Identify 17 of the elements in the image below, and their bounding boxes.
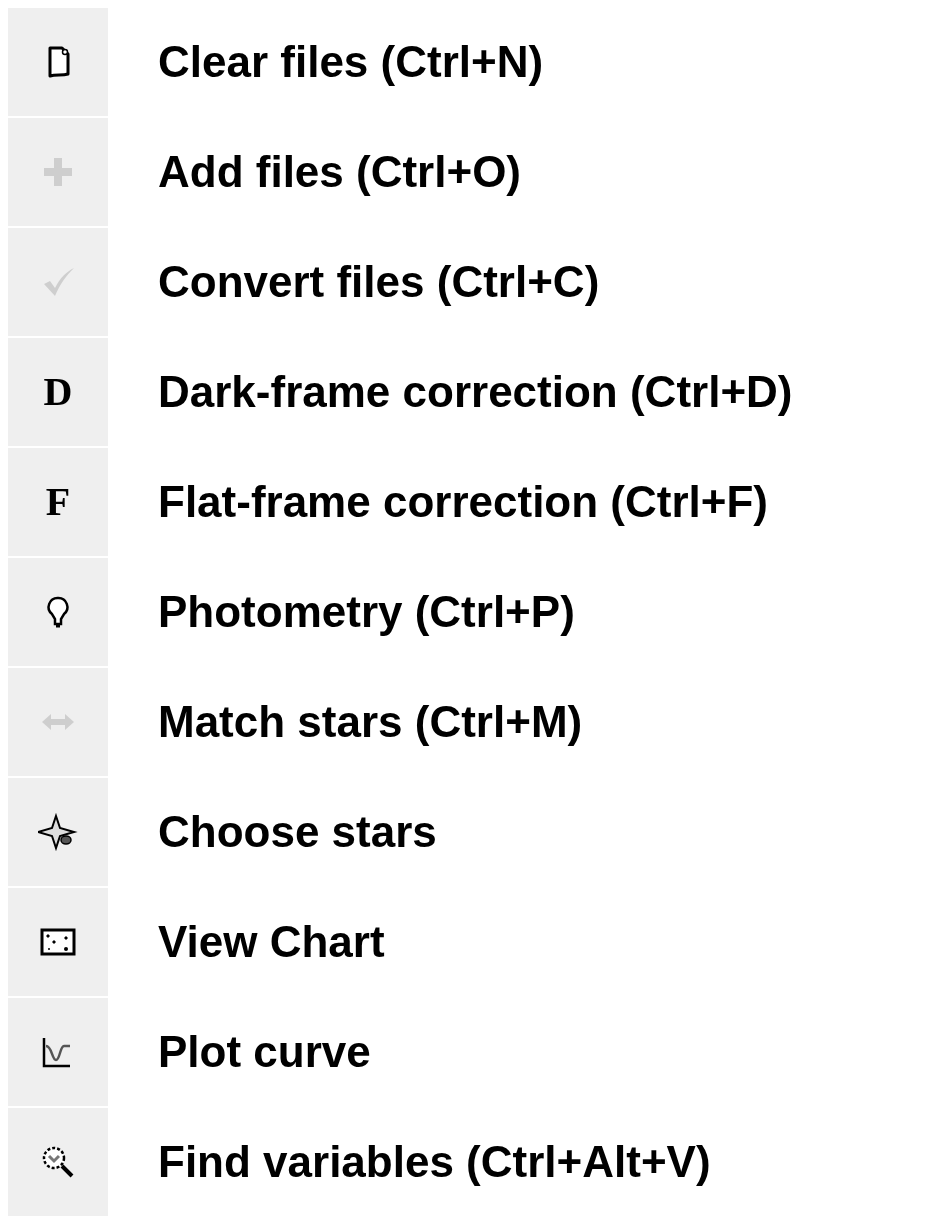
- command-label: Match stars (Ctrl+M): [158, 696, 583, 748]
- command-label: Choose stars: [158, 806, 437, 858]
- command-label: Convert files (Ctrl+C): [158, 256, 600, 308]
- command-label: Plot curve: [158, 1026, 371, 1078]
- toolbar-button[interactable]: [8, 778, 108, 886]
- command-label: Photometry (Ctrl+P): [158, 586, 575, 638]
- letter-icon: D: [43, 372, 73, 412]
- toolbar-button[interactable]: F: [8, 448, 108, 556]
- command-label: Add files (Ctrl+O): [158, 146, 522, 198]
- command-label: View Chart: [158, 916, 385, 968]
- command-label: Find variables (Ctrl+Alt+V): [158, 1136, 711, 1188]
- toolbar-button[interactable]: D: [8, 338, 108, 446]
- letter-icon: F: [45, 482, 71, 522]
- command-label: Clear files (Ctrl+N): [158, 36, 544, 88]
- command-label: Dark-frame correction (Ctrl+D): [158, 366, 793, 418]
- command-label: Flat-frame correction (Ctrl+F): [158, 476, 768, 528]
- toolbar-button[interactable]: [8, 888, 108, 996]
